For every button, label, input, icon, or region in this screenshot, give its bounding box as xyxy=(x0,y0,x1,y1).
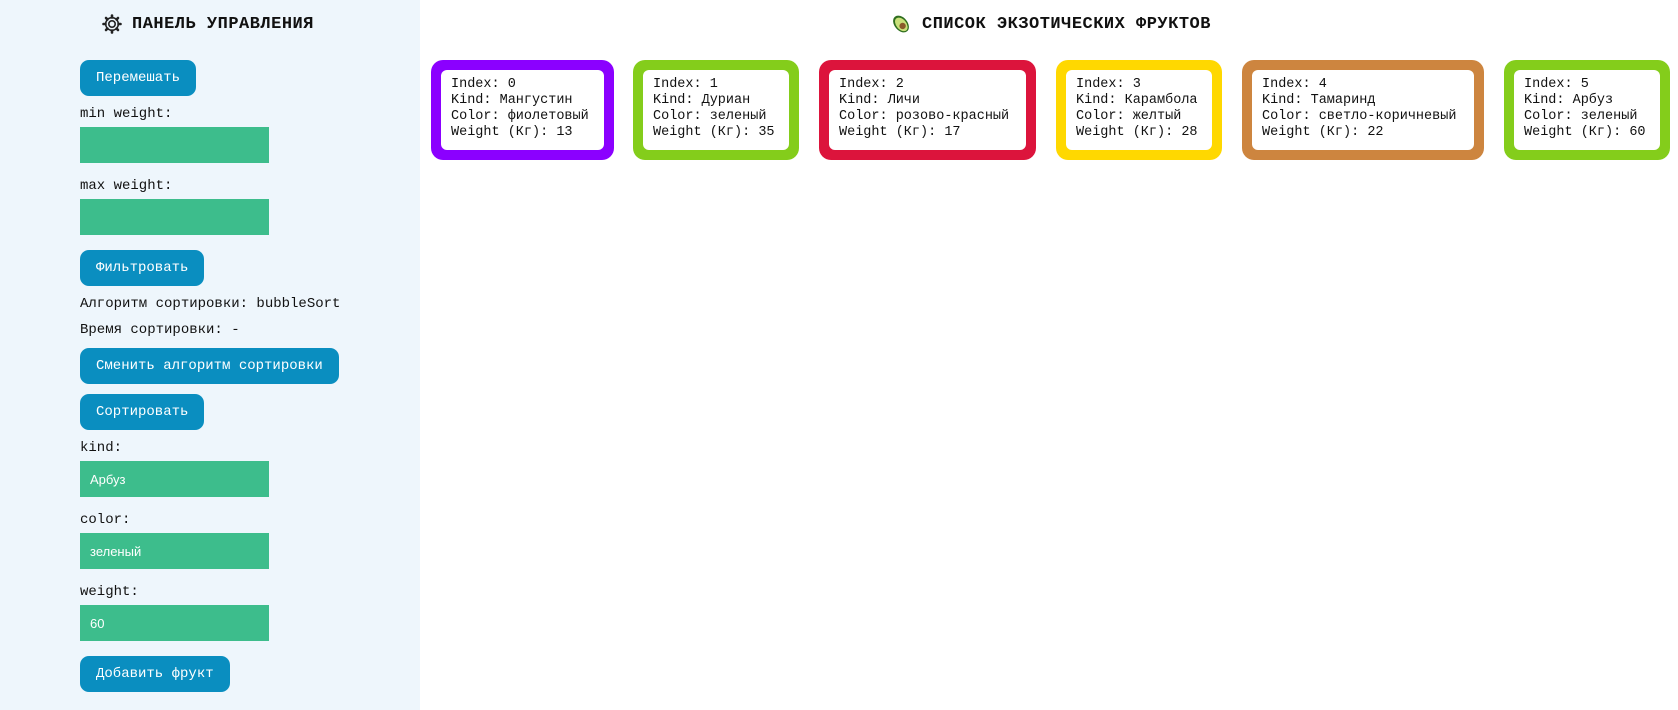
weight-label: weight: xyxy=(80,584,139,600)
fruit-kind: Kind: Арбуз xyxy=(1524,93,1614,108)
weight-input[interactable]: 60 xyxy=(80,605,269,641)
fruit-index: Index: 2 xyxy=(839,77,904,92)
fruit-kind: Kind: Карамбола xyxy=(1076,93,1198,108)
fruit-index: Index: 4 xyxy=(1262,77,1327,92)
min-weight-input[interactable] xyxy=(80,127,269,163)
fruit-card: Index: 2 Kind: Личи Color: розово-красны… xyxy=(819,60,1036,160)
fruit-card: Index: 4 Kind: Тамаринд Color: светло-ко… xyxy=(1242,60,1484,160)
shuffle-button[interactable]: Перемешать xyxy=(80,60,197,96)
kind-input[interactable]: Арбуз xyxy=(80,461,269,497)
fruit-kind: Kind: Личи xyxy=(839,93,921,108)
fruit-weight: Weight (Кг): 60 xyxy=(1524,125,1646,140)
control-panel: ПАНЕЛЬ УПРАВЛЕНИЯ Перемешать min weight:… xyxy=(0,0,420,710)
fruit-kind: Kind: Мангустин xyxy=(451,93,573,108)
fruit-weight: Weight (Кг): 22 xyxy=(1262,125,1384,140)
max-weight-label: max weight: xyxy=(80,178,173,194)
avocado-icon xyxy=(890,13,912,35)
fruit-kind: Kind: Дуриан xyxy=(653,93,751,108)
fruit-weight: Weight (Кг): 35 xyxy=(653,125,775,140)
fruit-card: Index: 5 Kind: Арбуз Color: зеленый Weig… xyxy=(1504,60,1670,160)
fruit-list-title: СПИСОК ЭКЗОТИЧЕСКИХ ФРУКТОВ xyxy=(890,12,1211,36)
fruit-color: Color: зеленый xyxy=(1524,109,1638,124)
fruit-list-title-text: СПИСОК ЭКЗОТИЧЕСКИХ ФРУКТОВ xyxy=(922,14,1211,34)
change-algorithm-button[interactable]: Сменить алгоритм сортировки xyxy=(80,348,339,384)
panel-title: ПАНЕЛЬ УПРАВЛЕНИЯ xyxy=(102,12,314,36)
max-weight-input[interactable] xyxy=(80,199,269,235)
fruit-card: Index: 1 Kind: Дуриан Color: зеленый Wei… xyxy=(633,60,799,160)
fruit-weight: Weight (Кг): 13 xyxy=(451,125,573,140)
fruit-color: Color: розово-красный xyxy=(839,109,1010,124)
panel-title-text: ПАНЕЛЬ УПРАВЛЕНИЯ xyxy=(132,14,314,34)
sort-algorithm-text: Алгоритм сортировки: bubbleSort xyxy=(80,296,341,312)
fruit-color: Color: желтый xyxy=(1076,109,1182,124)
gear-icon xyxy=(102,14,122,34)
sort-time-text: Время сортировки: - xyxy=(80,322,240,338)
fruit-index: Index: 3 xyxy=(1076,77,1141,92)
fruit-index: Index: 5 xyxy=(1524,77,1589,92)
fruit-index: Index: 1 xyxy=(653,77,718,92)
color-input[interactable]: зеленый xyxy=(80,533,269,569)
fruit-card: Index: 0 Kind: Мангустин Color: фиолетов… xyxy=(431,60,614,160)
add-fruit-button[interactable]: Добавить фрукт xyxy=(80,656,230,692)
fruit-weight: Weight (Кг): 17 xyxy=(839,125,961,140)
kind-label: kind: xyxy=(80,440,123,456)
color-label: color: xyxy=(80,512,131,528)
fruit-card: Index: 3 Kind: Карамбола Color: желтый W… xyxy=(1056,60,1222,160)
fruit-index: Index: 0 xyxy=(451,77,516,92)
fruit-color: Color: фиолетовый xyxy=(451,109,589,124)
min-weight-label: min weight: xyxy=(80,106,173,122)
fruit-weight: Weight (Кг): 28 xyxy=(1076,125,1198,140)
sort-button[interactable]: Сортировать xyxy=(80,394,205,430)
fruit-kind: Kind: Тамаринд xyxy=(1262,93,1376,108)
fruit-color: Color: светло-коричневый xyxy=(1262,109,1457,124)
filter-button[interactable]: Фильтровать xyxy=(80,250,205,286)
fruit-color: Color: зеленый xyxy=(653,109,767,124)
